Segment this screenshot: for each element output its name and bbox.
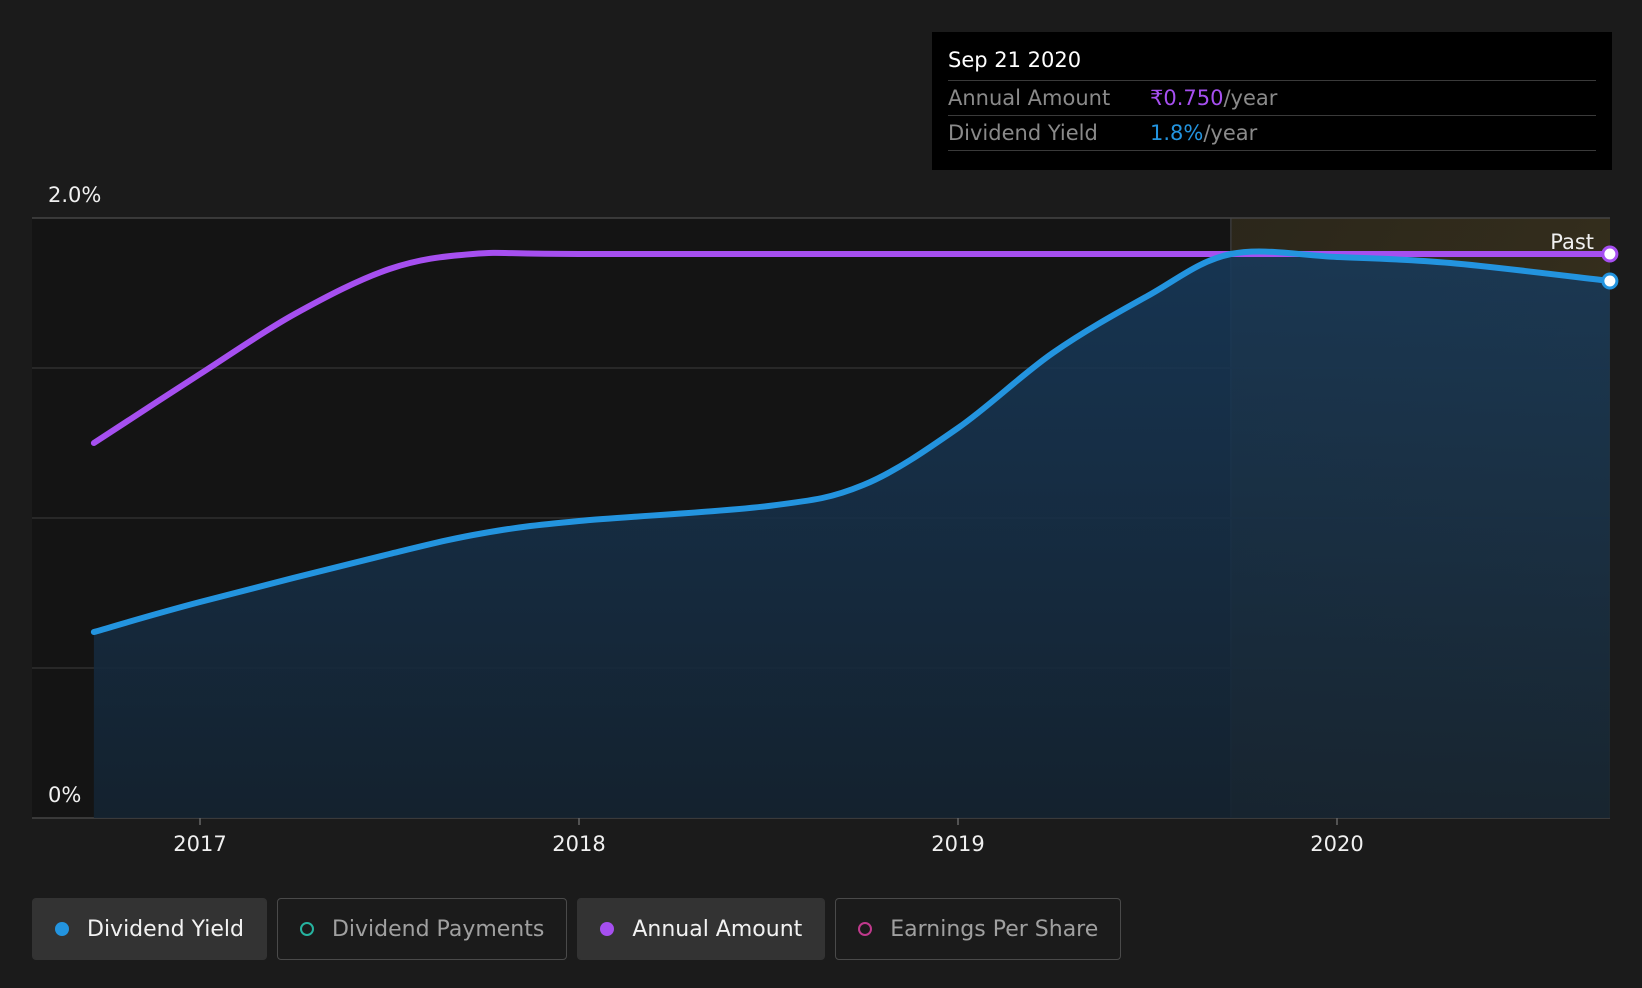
legend-label: Annual Amount: [632, 916, 803, 942]
tooltip-label: Dividend Yield: [948, 121, 1098, 145]
chart-legend: Dividend Yield Dividend Payments Annual …: [32, 898, 1122, 960]
tooltip-unit: /year: [1223, 86, 1278, 110]
annual-amount-end-marker: [1601, 245, 1619, 263]
tooltip-row-annual-amount: Annual Amount ₹0.750/year: [948, 81, 1596, 116]
tooltip-unit: /year: [1203, 121, 1258, 145]
y-tick-label: 0%: [48, 783, 81, 807]
earnings-per-share-ring-icon: [858, 922, 873, 936]
x-tick-label: 2017: [173, 832, 226, 856]
annual-amount-dot-icon: [600, 922, 615, 936]
tooltip-label: Annual Amount: [948, 86, 1111, 110]
tooltip-row-dividend-yield: Dividend Yield 1.8%/year: [948, 116, 1596, 151]
dividend-yield-dot-icon: [55, 922, 69, 936]
legend-label: Earnings Per Share: [890, 916, 1099, 942]
dividend-payments-ring-icon: [299, 922, 314, 936]
past-label: Past: [1550, 230, 1594, 254]
legend-dividend-payments[interactable]: Dividend Payments: [276, 898, 568, 960]
chart-tooltip: Sep 21 2020 Annual Amount ₹0.750/year Di…: [932, 32, 1612, 170]
tooltip-value: 1.8%: [1150, 121, 1204, 145]
legend-label: Dividend Yield: [87, 916, 244, 942]
y-tick-label: 2.0%: [48, 183, 101, 207]
legend-label: Dividend Payments: [331, 916, 545, 942]
x-tick-label: 2019: [931, 832, 984, 856]
tooltip-value: ₹0.750: [1150, 86, 1224, 110]
tooltip-date: Sep 21 2020: [948, 46, 1596, 81]
legend-dividend-yield[interactable]: Dividend Yield: [32, 898, 267, 960]
x-tick-label: 2020: [1310, 832, 1363, 856]
dividend-yield-end-marker: [1601, 272, 1619, 290]
legend-earnings-per-share[interactable]: Earnings Per Share: [835, 898, 1122, 960]
legend-annual-amount[interactable]: Annual Amount: [577, 898, 826, 960]
x-tick-label: 2018: [552, 832, 605, 856]
